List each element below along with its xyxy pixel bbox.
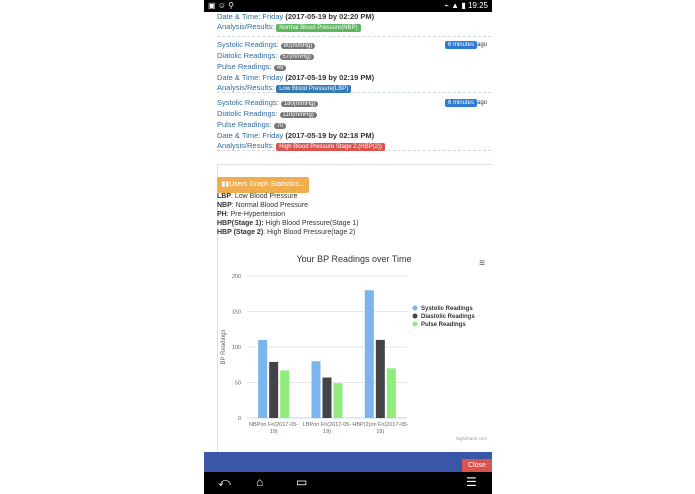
bar-diastolic-readings <box>322 377 332 418</box>
time-ago: 6 minutes ago <box>444 41 487 49</box>
page-content[interactable]: Date & Time: Friday (2017-05-19 by 02:20… <box>204 12 492 452</box>
abbrev-row: NBP: Normal Blood Pressure <box>217 202 309 209</box>
legend-item: Diastolic Readings <box>421 314 475 320</box>
reading-card: 6 minutes ago Systolic Readings: 80(mmHg)… <box>217 40 491 93</box>
abbrev-row: LBP: Low Blood Pressure <box>217 193 298 200</box>
y-tick-label: 200 <box>232 274 241 280</box>
pulse-label: Pulse Readings: <box>217 120 272 129</box>
users-graph-button[interactable]: ▮▮Users Graph Statistics... <box>217 177 309 193</box>
tablet-screen: ▣ ☺ ⚲ ⌁ ▲ ▮ 19:25 Date & Time: Friday (2… <box>204 0 492 494</box>
status-bar: ▣ ☺ ⚲ ⌁ ▲ ▮ 19:25 <box>204 0 492 12</box>
bar-diastolic-readings <box>375 339 385 418</box>
datetime-label: Date & Time: Friday <box>217 73 284 82</box>
legend-item: Systolic Readings <box>421 306 473 312</box>
abbrev-row: HBP(Stage 1): High Blood Pressure(Stage … <box>217 220 359 227</box>
y-tick-label: 150 <box>232 310 241 316</box>
close-button[interactable]: Close <box>462 459 492 473</box>
pulse-value: 70 <box>273 123 287 129</box>
legend-marker <box>412 313 418 319</box>
bar-pulse-readings <box>333 383 343 418</box>
bp-chart: Your BP Readings over Time BP Readings ≡ 0 5… <box>217 248 491 444</box>
time-ago: 6 minutes ago <box>444 99 487 107</box>
reading-card: 6 minutes ago Systolic Readings: 180(mmHg… <box>217 98 491 151</box>
bp-chart-svg: Your BP Readings over Time BP Readings ≡ 0 5… <box>221 254 488 441</box>
y-tick-label: 100 <box>232 345 241 351</box>
systolic-label: Systolic Readings: <box>217 40 279 49</box>
y-tick-label: 0 <box>238 416 241 422</box>
datetime-value: (2017-05-19 by 02:19 PM) <box>285 73 375 82</box>
home-icon[interactable]: ⌂ <box>256 475 263 489</box>
bar-systolic-readings <box>364 290 374 418</box>
analysis-label: Analysis/Results: <box>217 83 275 92</box>
x-tick-label: LBPon Fri(2017-05- <box>303 422 351 428</box>
chart-credit: Highcharts.com <box>456 436 488 441</box>
chart-icon: ▮▮ <box>221 181 230 188</box>
analysis-badge: Low Blood Pressure(LBP) <box>276 85 352 93</box>
legend-marker <box>412 305 418 311</box>
chart-title: Your BP Readings over Time <box>296 254 411 264</box>
x-tick-label-cont: 19) <box>323 429 331 435</box>
back-icon[interactable]: ⤺ <box>218 475 231 490</box>
pulse-label: Pulse Readings: <box>217 62 272 71</box>
pulse-value: 49 <box>273 65 287 71</box>
x-tick-label: NBPon Fri(2017-05- <box>249 422 298 428</box>
analysis-label: Analysis/Results: <box>217 141 275 150</box>
bottom-navbar <box>204 452 492 472</box>
datetime-label: Date & Time: Friday <box>217 131 284 140</box>
abbrev-row: HBP (Stage 2): High Blood Pressure(tage … <box>217 229 356 236</box>
y-axis-label: BP Readings <box>221 330 227 365</box>
datetime-value: (2017-05-19 by 02:20 PM) <box>285 12 375 21</box>
systolic-label: Systolic Readings: <box>217 98 279 107</box>
analysis-label: Analysis/Results: <box>217 22 275 31</box>
bar-diastolic-readings <box>269 361 279 418</box>
x-tick-label-cont: 19) <box>270 429 278 435</box>
clock: 19:25 <box>467 1 488 10</box>
bar-pulse-readings <box>386 368 396 418</box>
bar-systolic-readings <box>311 361 321 418</box>
legend-item: Pulse Readings <box>421 322 466 328</box>
menu-icon[interactable]: ☰ <box>466 475 477 489</box>
legend-marker <box>412 321 418 327</box>
signal-icons: ⌁ ▲ ▮ <box>444 1 466 10</box>
recent-apps-icon[interactable]: ▭ <box>296 475 307 489</box>
systolic-value: 180(mmHg) <box>280 101 319 107</box>
notification-icons: ▣ ☺ ⚲ <box>208 1 235 10</box>
diastolic-label: Diatolic Readings: <box>217 109 278 118</box>
abbrev-row: PH: Pre-Hypertension <box>217 211 286 218</box>
system-nav-bar: ⤺ ⌂ ▭ ☰ <box>204 472 492 494</box>
bar-pulse-readings <box>280 370 290 418</box>
analysis-badge: Normal Blood Pressure(NBP) <box>276 24 361 32</box>
datetime-label: Date & Time: Friday <box>217 12 284 21</box>
diastolic-value: 57(mmHg) <box>279 54 314 60</box>
x-tick-label: HBP(2)on Fri(2017-05- <box>352 422 408 428</box>
bar-systolic-readings <box>258 339 268 418</box>
y-tick-label: 50 <box>235 381 241 387</box>
reading-card: Date & Time: Friday (2017-05-19 by 02:20… <box>217 12 491 37</box>
analysis-badge: High Blood Pressure Stage 2.(HBP(2)) <box>276 143 385 151</box>
diastolic-label: Diatolic Readings: <box>217 51 278 60</box>
diastolic-value: 110(mmHg) <box>279 112 317 118</box>
systolic-value: 80(mmHg) <box>280 43 316 49</box>
datetime-value: (2017-05-19 by 02:18 PM) <box>285 131 375 140</box>
x-tick-label-cont: 19) <box>376 429 384 435</box>
chart-menu-icon: ≡ <box>479 258 485 269</box>
